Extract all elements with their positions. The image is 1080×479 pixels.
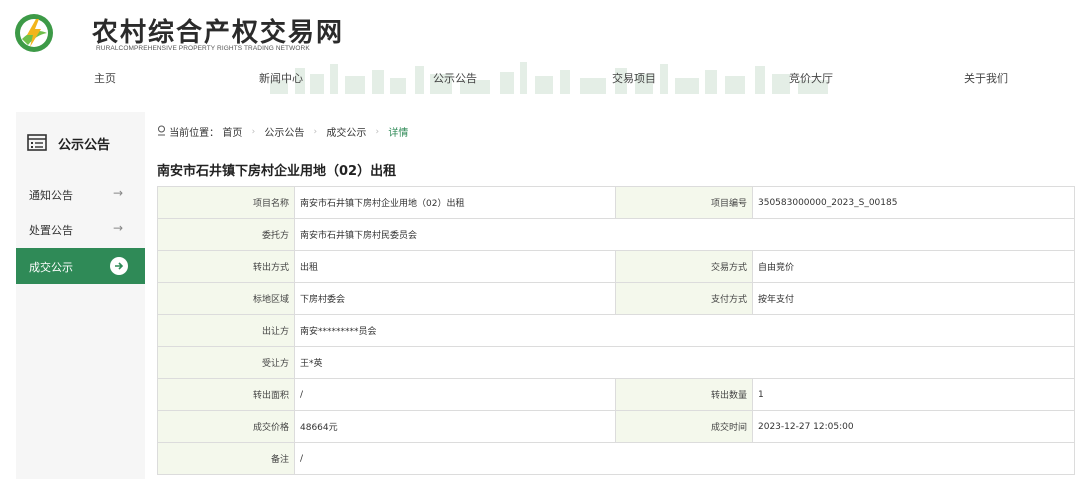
field-label: 转出方式 <box>157 250 295 283</box>
breadcrumb-prefix: 当前位置： <box>169 128 220 139</box>
table-row: 受让方 王*英 <box>157 346 1075 379</box>
table-row: 出让方 南安*********员会 <box>157 314 1075 347</box>
chevron-right-icon: › <box>375 126 380 137</box>
table-row: 委托方 南安市石井镇下房村民委员会 <box>157 218 1075 251</box>
sidebar-item-label: 处置公告 <box>29 224 73 237</box>
table-row: 项目名称 南安市石井镇下房村企业用地（02）出租 项目编号 3505830000… <box>157 186 1075 219</box>
field-value: 南安市石井镇下房村企业用地（02）出租 <box>294 186 616 219</box>
site-title[interactable]: 农村综合产权交易网 <box>92 12 344 49</box>
field-label: 委托方 <box>157 218 295 251</box>
field-value: 出租 <box>294 250 616 283</box>
sidebar-item-notices[interactable]: 通知公告 → <box>16 176 145 212</box>
page-title: 南安市石井镇下房村企业用地（02）出租 <box>157 164 397 179</box>
field-value: 按年支付 <box>752 282 1075 315</box>
field-value: 350583000000_2023_S_00185 <box>752 186 1075 219</box>
breadcrumb: 当前位置： 首页 › 公示公告 › 成交公示 › 详情 <box>157 124 409 139</box>
table-row: 成交价格 48664元 成交时间 2023-12-27 12:05:00 <box>157 410 1075 443</box>
chevron-right-icon: › <box>251 126 256 137</box>
breadcrumb-transactions[interactable]: 成交公示 <box>326 124 366 139</box>
arrow-right-icon: → <box>112 186 123 200</box>
field-label: 出让方 <box>157 314 295 347</box>
nav-about[interactable]: 关于我们 <box>964 70 1008 86</box>
detail-table: 项目名称 南安市石井镇下房村企业用地（02）出租 项目编号 3505830000… <box>157 186 1075 475</box>
nav-news[interactable]: 新闻中心 <box>259 70 303 86</box>
sidebar-header: 公示公告 <box>16 112 145 178</box>
main-nav: 主页 新闻中心 公示公告 交易项目 竞价大厅 关于我们 <box>0 70 1080 90</box>
table-row: 转出面积 / 转出数量 1 <box>157 378 1075 411</box>
site-header: 农村综合产权交易网 RURALCOMPREHENSIVE PROPERTY RI… <box>0 0 1080 100</box>
field-label: 项目编号 <box>615 186 753 219</box>
field-value: 南安*********员会 <box>294 314 1075 347</box>
field-value: 2023-12-27 12:05:00 <box>752 410 1075 443</box>
nav-bidding-hall[interactable]: 竞价大厅 <box>789 70 833 86</box>
field-label: 成交价格 <box>157 410 295 443</box>
field-value: 南安市石井镇下房村民委员会 <box>294 218 1075 251</box>
arrow-circle-icon <box>110 257 128 275</box>
field-label: 转出面积 <box>157 378 295 411</box>
logo-icon[interactable] <box>14 13 54 53</box>
field-value: 自由竞价 <box>752 250 1075 283</box>
sidebar-item-label: 成交公示 <box>29 261 73 274</box>
field-label: 支付方式 <box>615 282 753 315</box>
breadcrumb-home[interactable]: 首页 <box>222 124 242 139</box>
sidebar-item-transactions[interactable]: 成交公示 <box>16 248 145 284</box>
breadcrumb-announcements[interactable]: 公示公告 <box>264 124 304 139</box>
chevron-right-icon: › <box>313 126 318 137</box>
field-value: 48664元 <box>294 410 616 443</box>
location-pin-icon <box>157 125 166 139</box>
arrow-right-icon: → <box>112 221 123 235</box>
field-value: 下房村委会 <box>294 282 616 315</box>
field-label: 交易方式 <box>615 250 753 283</box>
table-row: 转出方式 出租 交易方式 自由竞价 <box>157 250 1075 283</box>
nav-projects[interactable]: 交易项目 <box>612 70 656 86</box>
sidebar-title: 公示公告 <box>58 138 111 153</box>
sidebar-item-disposal[interactable]: 处置公告 → <box>16 211 145 247</box>
field-value: / <box>294 442 1075 475</box>
field-label: 备注 <box>157 442 295 475</box>
field-label: 标地区域 <box>157 282 295 315</box>
field-value: / <box>294 378 616 411</box>
sidebar-item-label: 通知公告 <box>29 189 73 202</box>
nav-home[interactable]: 主页 <box>94 70 116 86</box>
table-row: 标地区域 下房村委会 支付方式 按年支付 <box>157 282 1075 315</box>
field-label: 成交时间 <box>615 410 753 443</box>
table-row: 备注 / <box>157 442 1075 475</box>
nav-announcements[interactable]: 公示公告 <box>433 70 477 86</box>
list-document-icon <box>27 134 47 151</box>
field-label: 转出数量 <box>615 378 753 411</box>
field-value: 1 <box>752 378 1075 411</box>
site-subtitle: RURALCOMPREHENSIVE PROPERTY RIGHTS TRADI… <box>96 45 310 52</box>
sidebar: 公示公告 通知公告 → 处置公告 → 成交公示 <box>16 112 145 479</box>
field-label: 受让方 <box>157 346 295 379</box>
field-label: 项目名称 <box>157 186 295 219</box>
field-value: 王*英 <box>294 346 1075 379</box>
breadcrumb-current: 详情 <box>388 128 409 139</box>
